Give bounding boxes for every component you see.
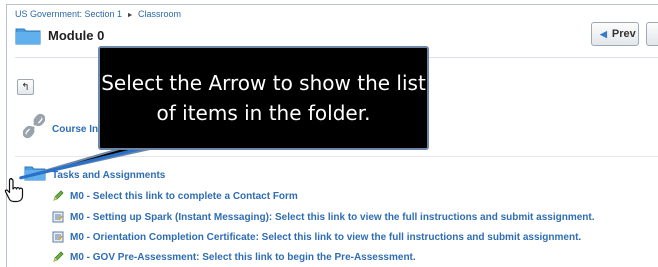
return-arrow-icon: ↰ xyxy=(21,81,30,93)
chain-link-icon xyxy=(23,113,45,139)
folder-icon xyxy=(15,28,41,45)
callout-text: Select the Arrow to show the list of ite… xyxy=(101,71,426,125)
breadcrumb: US Government: Section 1 ► Classroom xyxy=(15,9,181,19)
folder-tasks-and-assignments[interactable]: Tasks and Assignments xyxy=(52,170,165,181)
pencil-icon xyxy=(53,190,64,201)
prev-button[interactable]: ◀ Prev xyxy=(591,22,639,46)
item-link[interactable]: M0 - Orientation Completion Certificate:… xyxy=(70,232,581,243)
breadcrumb-section[interactable]: US Government: Section 1 xyxy=(15,9,122,19)
up-level-button[interactable]: ↰ xyxy=(17,79,34,95)
assignment-icon xyxy=(52,231,64,243)
item-link[interactable]: M0 - Select this link to complete a Cont… xyxy=(70,191,298,202)
assignment-icon xyxy=(52,211,64,223)
folder-icon[interactable] xyxy=(24,165,46,181)
list-item[interactable]: M0 - Orientation Completion Certificate:… xyxy=(52,231,581,243)
prev-button-label: Prev xyxy=(611,28,636,40)
item-link[interactable]: M0 - Setting up Spark (Instant Messaging… xyxy=(70,212,595,223)
breadcrumb-current[interactable]: Classroom xyxy=(138,9,181,19)
list-item[interactable]: M0 - Select this link to complete a Cont… xyxy=(52,190,298,202)
list-item[interactable]: M0 - GOV Pre-Assessment: Select this lin… xyxy=(52,251,416,263)
course-intro-link[interactable]: Course Int xyxy=(52,124,101,135)
row-divider xyxy=(15,156,658,157)
breadcrumb-separator: ► xyxy=(126,12,134,19)
left-arrow-icon: ◀ xyxy=(600,28,607,39)
instruction-callout: Select the Arrow to show the list of ite… xyxy=(98,46,429,150)
item-link[interactable]: M0 - GOV Pre-Assessment: Select this lin… xyxy=(70,252,416,263)
page-title: Module 0 xyxy=(48,28,105,43)
next-button[interactable] xyxy=(646,22,658,46)
list-item[interactable]: M0 - Setting up Spark (Instant Messaging… xyxy=(52,211,595,223)
pencil-icon xyxy=(53,251,64,262)
hand-cursor-icon xyxy=(4,177,24,203)
